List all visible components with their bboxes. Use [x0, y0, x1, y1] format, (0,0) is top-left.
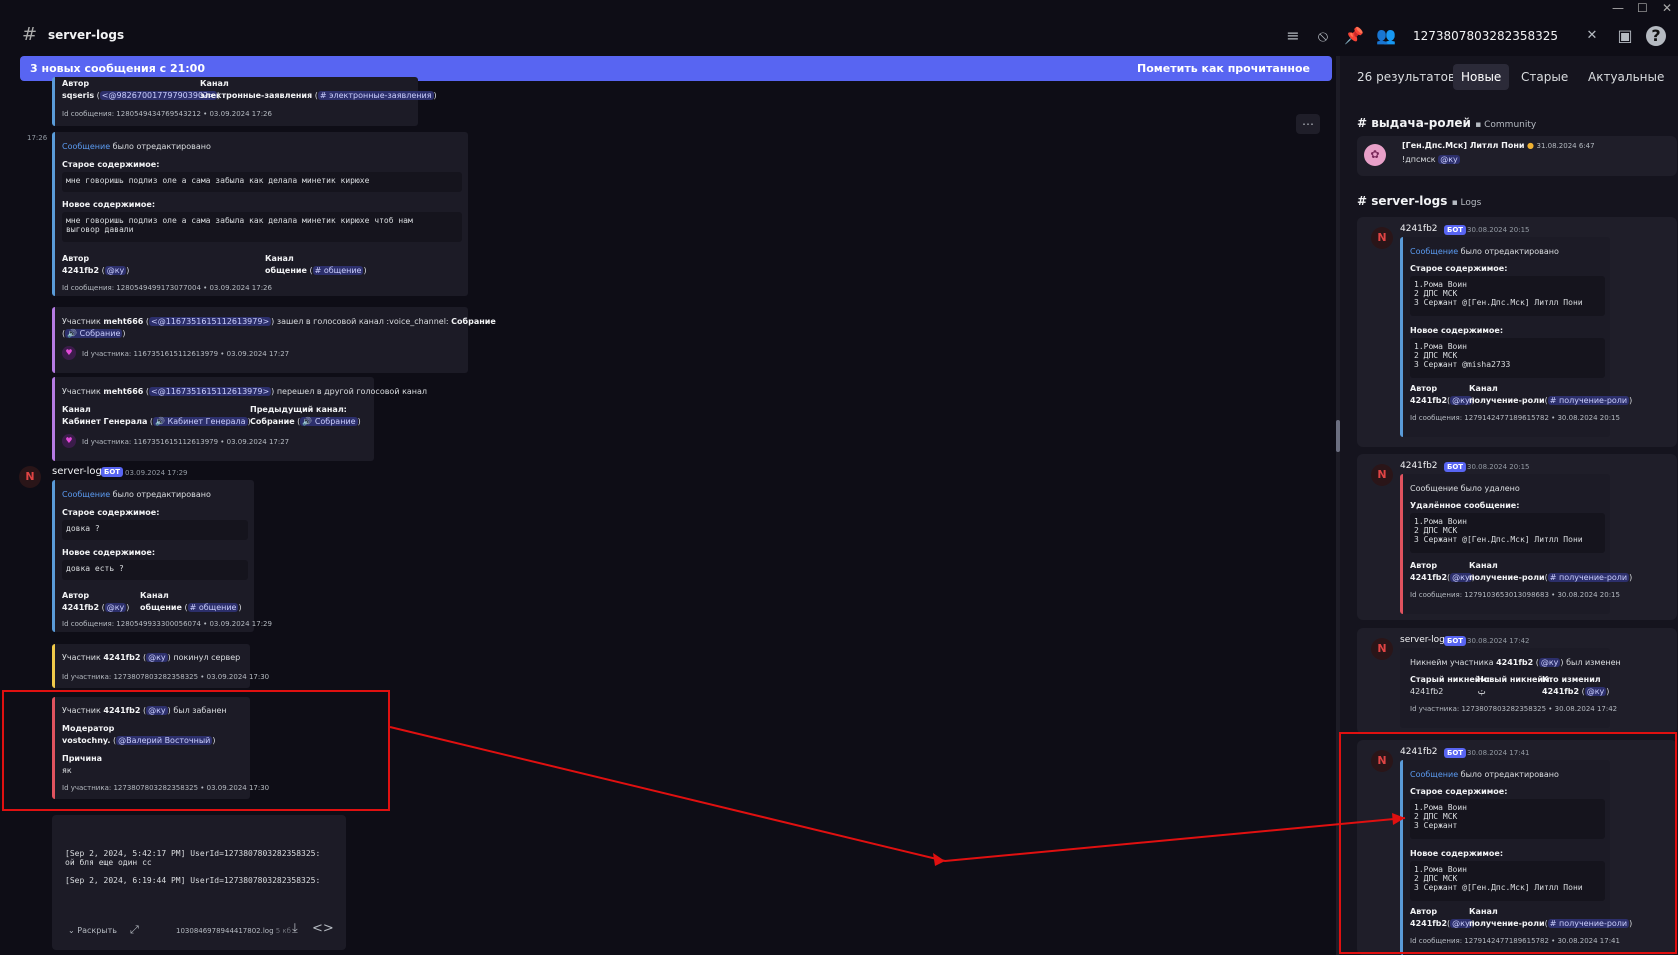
- annotation-arrow: [389, 726, 1406, 866]
- discord-window: — ☐ ✕ # server-logs ≡ ⦸ 📌 👥 127380780328…: [0, 0, 1678, 955]
